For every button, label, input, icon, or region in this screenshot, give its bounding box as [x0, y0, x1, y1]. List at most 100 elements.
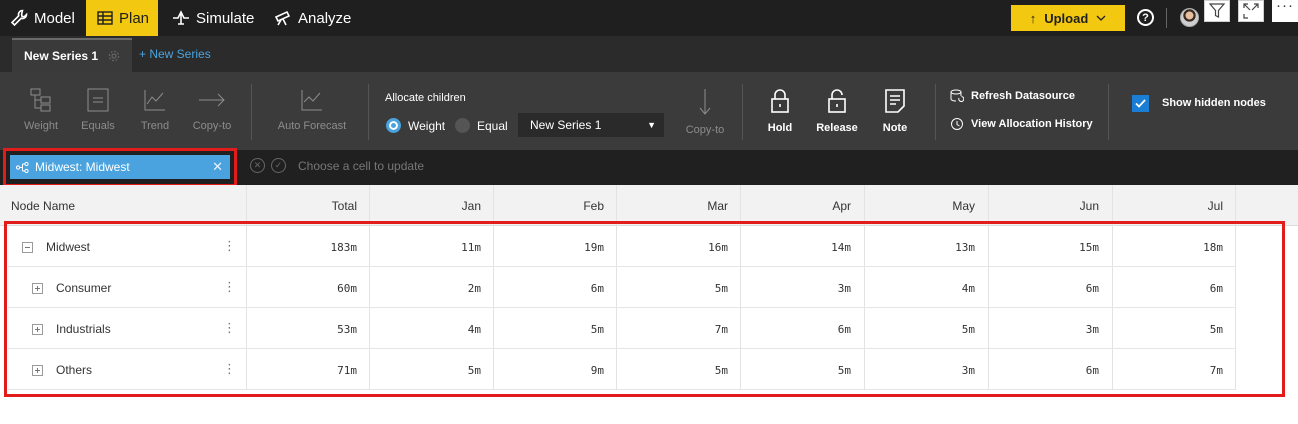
collapse-icon[interactable]: [22, 241, 33, 253]
weight-tool[interactable]: Weight: [15, 88, 67, 132]
cell-feb[interactable]: 19m: [493, 241, 604, 254]
col-header-feb[interactable]: Feb: [493, 199, 604, 213]
cell-may[interactable]: 3m: [864, 364, 975, 377]
app-root: Model Plan Simulate Analyze ↑ Upload ? ·…: [0, 0, 1298, 424]
copy-to-tool-label: Copy-to: [192, 120, 232, 132]
col-header-node-name[interactable]: Node Name: [11, 199, 75, 213]
cell-mar[interactable]: 7m: [617, 323, 728, 336]
expand-icon-plus[interactable]: [32, 364, 43, 376]
view-allocation-history-link[interactable]: View Allocation History: [950, 117, 1093, 131]
cell-total[interactable]: 183m: [247, 241, 358, 254]
cell-total[interactable]: 53m: [247, 323, 357, 336]
close-icon[interactable]: ✕: [212, 159, 223, 175]
cancel-circle-icon[interactable]: ✕: [250, 158, 265, 173]
row-menu-icon[interactable]: ⋮: [223, 362, 236, 375]
cell-jul[interactable]: 6m: [1112, 282, 1223, 295]
confirm-circle-icon[interactable]: ✓: [271, 158, 286, 173]
refresh-label: Refresh Datasource: [971, 90, 1075, 102]
avatar[interactable]: [1180, 8, 1199, 27]
hierarchy-icon: [30, 88, 51, 112]
equals-tool-label: Equals: [81, 120, 115, 132]
cell-may[interactable]: 4m: [864, 282, 975, 295]
col-header-may[interactable]: May: [864, 199, 975, 213]
equals-icon: [87, 88, 109, 112]
cell-feb[interactable]: 9m: [493, 364, 604, 377]
cell-may[interactable]: 5m: [864, 323, 975, 336]
cell-jan[interactable]: 5m: [370, 364, 481, 377]
note-button[interactable]: Note: [869, 88, 921, 134]
filter-button[interactable]: [1204, 0, 1230, 22]
upload-button[interactable]: ↑ Upload: [1011, 5, 1125, 31]
radio-weight-selected-icon: [386, 118, 401, 133]
radio-equal[interactable]: Equal: [455, 118, 508, 133]
expand-icon-plus[interactable]: [32, 323, 43, 335]
copy-to-tool[interactable]: Copy-to: [186, 88, 238, 132]
col-header-jan[interactable]: Jan: [370, 199, 481, 213]
expand-icon-plus[interactable]: [32, 282, 43, 294]
col-header-jun[interactable]: Jun: [988, 199, 1099, 213]
nav-model[interactable]: Model: [10, 0, 75, 36]
row-menu-icon[interactable]: ⋮: [223, 239, 236, 252]
equals-tool[interactable]: Equals: [72, 88, 124, 132]
node-cell[interactable]: Consumer: [32, 281, 111, 295]
node-cell[interactable]: Others: [32, 363, 92, 377]
show-hidden-checkbox[interactable]: [1132, 95, 1149, 112]
node-name: Industrials: [56, 322, 111, 336]
cell-jun[interactable]: 6m: [988, 282, 1099, 295]
col-header-jul[interactable]: Jul: [1112, 199, 1223, 213]
nav-model-label: Model: [34, 9, 75, 27]
cell-jan[interactable]: 2m: [370, 282, 481, 295]
node-filter-chip[interactable]: Midwest: Midwest ✕: [10, 155, 230, 179]
cell-jul[interactable]: 5m: [1112, 323, 1223, 336]
nav-plan[interactable]: Plan: [86, 0, 158, 36]
col-header-total[interactable]: Total: [247, 199, 357, 213]
release-button[interactable]: Release: [811, 88, 863, 134]
copy-to-down-tool[interactable]: Copy-to: [679, 88, 731, 136]
trend-tool-label: Trend: [140, 120, 170, 132]
cell-apr[interactable]: 5m: [740, 364, 851, 377]
radio-weight[interactable]: Weight: [386, 118, 445, 133]
cell-total[interactable]: 60m: [247, 282, 357, 295]
row-menu-icon[interactable]: ⋮: [223, 280, 236, 293]
trend-tool[interactable]: Trend: [129, 88, 181, 132]
cell-apr[interactable]: 14m: [740, 241, 851, 254]
cell-jan[interactable]: 4m: [370, 323, 481, 336]
hierarchy-small-icon: [16, 161, 29, 173]
col-header-mar[interactable]: Mar: [617, 199, 728, 213]
node-cell[interactable]: Midwest: [22, 240, 90, 254]
cell-feb[interactable]: 5m: [493, 323, 604, 336]
cell-apr[interactable]: 3m: [740, 282, 851, 295]
add-series-button[interactable]: + New Series: [139, 47, 211, 61]
node-cell[interactable]: Industrials: [32, 322, 111, 336]
cell-jun[interactable]: 15m: [988, 241, 1099, 254]
help-icon[interactable]: ?: [1137, 9, 1154, 26]
col-header-apr[interactable]: Apr: [740, 199, 851, 213]
cell-jun[interactable]: 3m: [988, 323, 1099, 336]
nav-simulate[interactable]: Simulate: [172, 0, 254, 36]
cell-mar[interactable]: 5m: [617, 364, 728, 377]
series-select[interactable]: New Series 1 ▼: [518, 113, 664, 137]
cell-jun[interactable]: 6m: [988, 364, 1099, 377]
cell-mar[interactable]: 5m: [617, 282, 728, 295]
arrow-right-icon: [199, 93, 225, 107]
cell-may[interactable]: 13m: [864, 241, 975, 254]
auto-forecast-tool[interactable]: Auto Forecast: [272, 88, 352, 132]
gear-icon[interactable]: [108, 50, 120, 62]
tab-new-series-1[interactable]: New Series 1: [12, 38, 132, 72]
cell-feb[interactable]: 6m: [493, 282, 604, 295]
expand-button[interactable]: [1238, 0, 1264, 22]
hold-button[interactable]: Hold: [754, 88, 806, 134]
cell-mar[interactable]: 16m: [617, 241, 728, 254]
add-series-label: + New Series: [139, 47, 211, 61]
refresh-datasource-link[interactable]: Refresh Datasource: [950, 89, 1075, 103]
database-icon: [950, 89, 964, 102]
cell-apr[interactable]: 6m: [740, 323, 851, 336]
row-menu-icon[interactable]: ⋮: [223, 321, 236, 334]
cell-jul[interactable]: 18m: [1112, 241, 1223, 254]
nav-analyze[interactable]: Analyze: [274, 0, 351, 36]
cell-total[interactable]: 71m: [247, 364, 357, 377]
cell-jan[interactable]: 11m: [370, 241, 481, 254]
more-options-icon[interactable]: ···: [1272, 0, 1298, 22]
cell-jul[interactable]: 7m: [1112, 364, 1223, 377]
hold-label: Hold: [767, 122, 793, 134]
